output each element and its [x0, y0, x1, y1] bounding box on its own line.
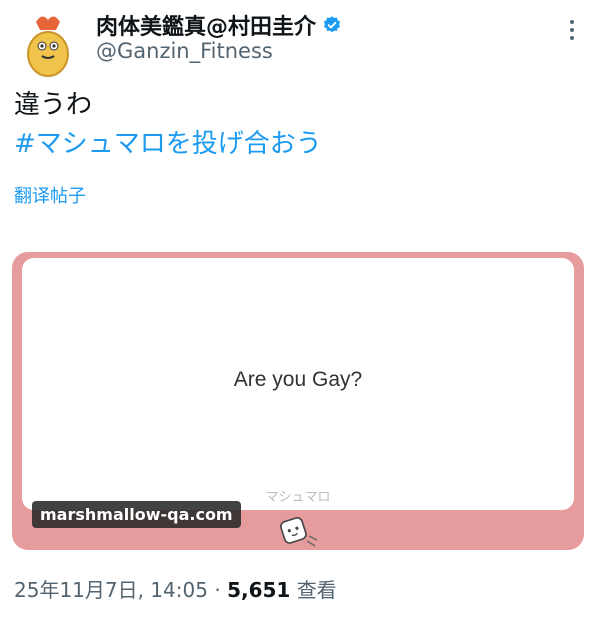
timestamp-link[interactable]: 25年11月7日, 14:05 — [14, 578, 208, 602]
marshmallow-mascot-icon — [280, 517, 318, 547]
more-options-icon[interactable] — [569, 20, 575, 42]
card-question: Are you Gay? — [233, 368, 363, 391]
views-label: 查看 — [296, 578, 337, 602]
translate-post-link[interactable]: 翻译帖子 — [14, 182, 86, 208]
shrimp-avatar-icon[interactable] — [12, 8, 84, 80]
tweet-text: 違うわ — [14, 90, 93, 120]
link-card[interactable]: Are you Gay? マシュマロ marshmallow-qa.com — [12, 252, 584, 550]
verified-badge-icon — [323, 16, 341, 33]
card-content: Are you Gay? マシュマロ — [22, 258, 574, 510]
author-handle[interactable]: @Ganzin_Fitness — [96, 39, 273, 63]
author-name-row[interactable]: 肉体美鑑真@村田圭介 — [96, 9, 342, 41]
views-count: 5,651 — [227, 578, 291, 602]
tweet-meta: 25年11月7日, 14:05 · 5,651 查看 — [14, 574, 337, 603]
meta-separator: · — [214, 578, 221, 602]
hashtag-link[interactable]: #マシュマロを投げ合おう — [14, 127, 322, 161]
author-display-name[interactable]: 肉体美鑑真@村田圭介 — [96, 9, 316, 41]
card-domain-label[interactable]: marshmallow-qa.com — [32, 501, 241, 528]
